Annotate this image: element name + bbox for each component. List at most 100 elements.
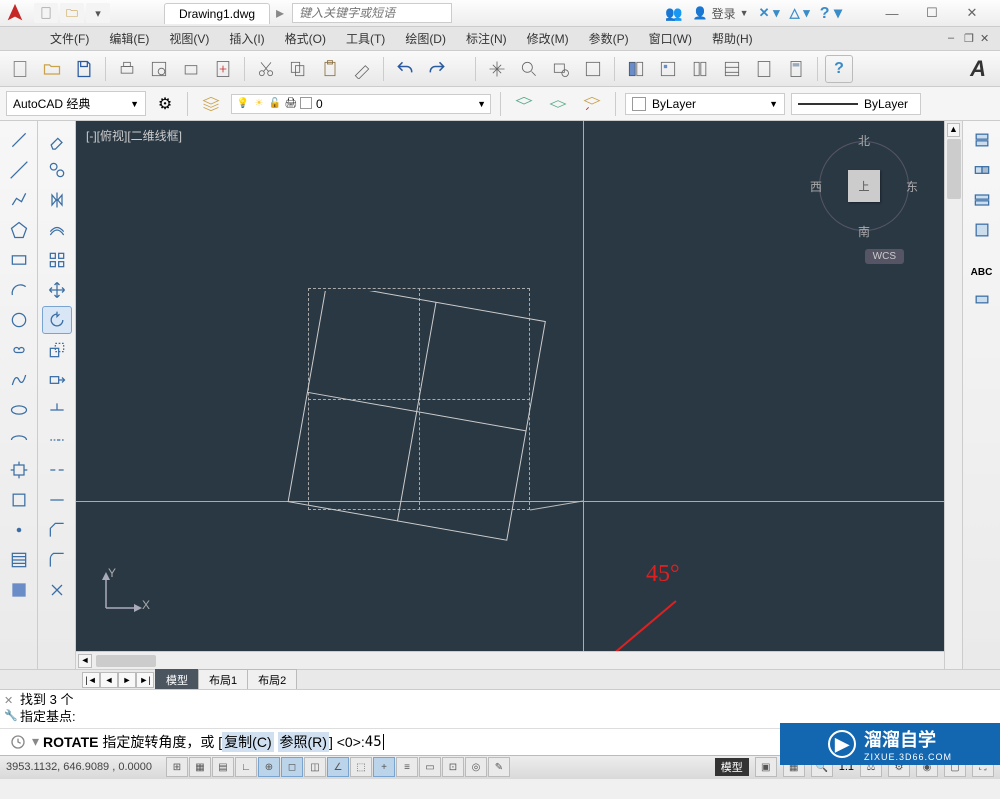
doc-restore-icon[interactable]: ❐ xyxy=(964,32,978,46)
menu-insert[interactable]: 插入(I) xyxy=(219,27,274,50)
match-prop-icon[interactable] xyxy=(348,55,376,83)
3dosnap-icon[interactable]: ◫ xyxy=(304,757,326,777)
ortho-icon[interactable]: ∟ xyxy=(235,757,257,777)
cmd-recent-icon[interactable] xyxy=(8,732,28,752)
revcloud-tool-icon[interactable] xyxy=(4,336,34,364)
layer-delete-icon[interactable] xyxy=(967,216,997,244)
line-tool-icon[interactable] xyxy=(4,126,34,154)
menu-tools[interactable]: 工具(T) xyxy=(336,27,395,50)
point-tool-icon[interactable] xyxy=(4,516,34,544)
layer-walk-icon[interactable] xyxy=(967,126,997,154)
quickview-layouts-icon[interactable]: ▣ xyxy=(755,757,777,777)
trim-tool-icon[interactable] xyxy=(42,396,72,424)
tab-model[interactable]: 模型 xyxy=(155,669,199,691)
rectangle-tool-icon[interactable] xyxy=(4,246,34,274)
save-icon[interactable] xyxy=(70,55,98,83)
layer-prev-icon[interactable] xyxy=(578,90,606,118)
dyn-icon[interactable]: + xyxy=(373,757,395,777)
stretch-tool-icon[interactable] xyxy=(42,366,72,394)
join-tool-icon[interactable] xyxy=(42,486,72,514)
menu-modify[interactable]: 修改(M) xyxy=(517,27,579,50)
paste-icon[interactable] xyxy=(316,55,344,83)
search-input[interactable] xyxy=(292,3,452,23)
make-block-icon[interactable] xyxy=(4,486,34,514)
lwt-icon[interactable]: ≡ xyxy=(396,757,418,777)
copy-tool-icon[interactable] xyxy=(42,156,72,184)
undo-icon[interactable] xyxy=(391,55,419,83)
exchange-x-icon[interactable]: ✕ ▾ xyxy=(759,5,780,21)
qat-new-icon[interactable] xyxy=(34,3,58,23)
grid-icon[interactable]: ▤ xyxy=(212,757,234,777)
space-indicator[interactable]: 模型 xyxy=(715,758,749,776)
offset-tool-icon[interactable] xyxy=(42,216,72,244)
menu-dim[interactable]: 标注(N) xyxy=(456,27,517,50)
extend-tool-icon[interactable] xyxy=(42,426,72,454)
menu-window[interactable]: 窗口(W) xyxy=(639,27,702,50)
pline-tool-icon[interactable] xyxy=(4,186,34,214)
zoom-realtime-icon[interactable] xyxy=(515,55,543,83)
rotate-tool-icon[interactable] xyxy=(42,306,72,334)
annotation-a-icon[interactable]: A xyxy=(970,56,994,82)
sc-icon[interactable]: ◎ xyxy=(465,757,487,777)
layout-first-icon[interactable]: |◄ xyxy=(82,672,100,688)
osnap-icon[interactable]: ◻ xyxy=(281,757,303,777)
ellipse-arc-icon[interactable] xyxy=(4,426,34,454)
layer-merge-icon[interactable] xyxy=(967,186,997,214)
redo-icon[interactable] xyxy=(423,55,451,83)
properties-icon[interactable] xyxy=(622,55,650,83)
spline-tool-icon[interactable] xyxy=(4,366,34,394)
open-icon[interactable] xyxy=(38,55,66,83)
doc-close-icon[interactable]: ✕ xyxy=(980,32,994,46)
dim-style-icon[interactable] xyxy=(967,288,997,316)
ellipse-tool-icon[interactable] xyxy=(4,396,34,424)
zoom-prev-icon[interactable] xyxy=(579,55,607,83)
scale-tool-icon[interactable] xyxy=(42,336,72,364)
chamfer-tool-icon[interactable] xyxy=(42,516,72,544)
layer-match-icon[interactable] xyxy=(967,156,997,184)
login-button[interactable]: 👤 登录 ▼ xyxy=(693,5,749,22)
array-tool-icon[interactable] xyxy=(42,246,72,274)
tab-layout1[interactable]: 布局1 xyxy=(198,669,248,691)
layer-iso-icon[interactable] xyxy=(544,90,572,118)
maximize-icon[interactable]: ☐ xyxy=(912,2,952,24)
cmd-option-copy[interactable]: 复制(C) xyxy=(222,732,273,752)
calc-icon[interactable] xyxy=(782,55,810,83)
design-center-icon[interactable] xyxy=(654,55,682,83)
erase-tool-icon[interactable] xyxy=(42,126,72,154)
circle-tool-icon[interactable] xyxy=(4,306,34,334)
tpy-icon[interactable]: ▭ xyxy=(419,757,441,777)
file-tab[interactable]: Drawing1.dwg xyxy=(164,3,270,24)
infocenter-icon[interactable]: 👥 xyxy=(665,5,682,22)
layer-state-icon[interactable] xyxy=(510,90,538,118)
zoom-window-icon[interactable] xyxy=(547,55,575,83)
workspace-combo[interactable]: AutoCAD 经典 ▼ xyxy=(6,91,146,116)
mirror-tool-icon[interactable] xyxy=(42,186,72,214)
polar-icon[interactable]: ⊕ xyxy=(258,757,280,777)
color-combo[interactable]: ByLayer ▼ xyxy=(625,93,785,115)
fillet-tool-icon[interactable] xyxy=(42,546,72,574)
menu-format[interactable]: 格式(O) xyxy=(275,27,336,50)
cmd-option-ref[interactable]: 参照(R) xyxy=(278,732,329,752)
otrack-icon[interactable]: ∠ xyxy=(327,757,349,777)
layer-combo[interactable]: 💡 ☀ 🔓 🖨 0 ▼ xyxy=(231,94,491,114)
sheetset-icon[interactable] xyxy=(718,55,746,83)
cut-icon[interactable] xyxy=(252,55,280,83)
polygon-tool-icon[interactable] xyxy=(4,216,34,244)
tool-palettes-icon[interactable] xyxy=(686,55,714,83)
qat-dropdown-icon[interactable]: ▾ xyxy=(86,3,110,23)
doc-minimize-icon[interactable]: – xyxy=(948,32,962,46)
layout-next-icon[interactable]: ► xyxy=(118,672,136,688)
arc-tool-icon[interactable] xyxy=(4,276,34,304)
menu-draw[interactable]: 绘图(D) xyxy=(395,27,456,50)
pan-icon[interactable] xyxy=(483,55,511,83)
tab-layout2[interactable]: 布局2 xyxy=(247,669,297,691)
xline-tool-icon[interactable] xyxy=(4,156,34,184)
snap-icon[interactable]: ▦ xyxy=(189,757,211,777)
layer-props-icon[interactable] xyxy=(197,90,225,118)
new-file-icon[interactable] xyxy=(6,55,34,83)
ducs-icon[interactable]: ⬚ xyxy=(350,757,372,777)
gradient-tool-icon[interactable] xyxy=(4,576,34,604)
qat-open-icon[interactable] xyxy=(60,3,84,23)
qp-icon[interactable]: ⊡ xyxy=(442,757,464,777)
close-icon[interactable]: ✕ xyxy=(952,2,992,24)
